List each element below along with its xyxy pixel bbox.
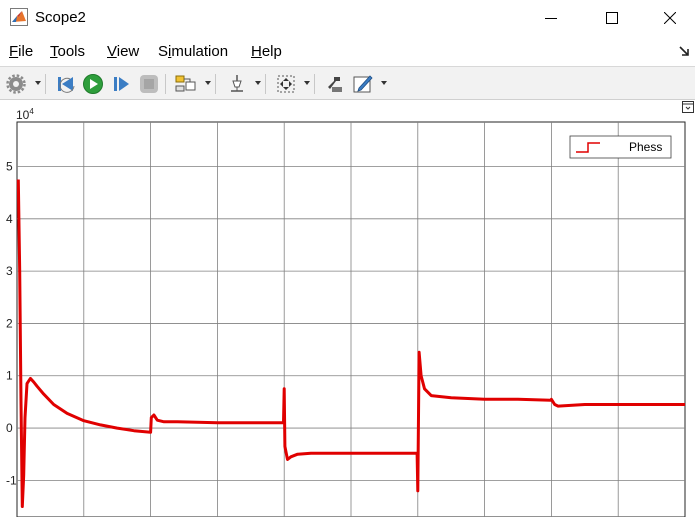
y-tick-label: 0 bbox=[6, 421, 13, 435]
y-tick-label: -1 bbox=[6, 473, 17, 487]
y-tick-label: 5 bbox=[6, 159, 13, 173]
y-tick-label: 2 bbox=[6, 316, 13, 330]
y-tick-label: 1 bbox=[6, 369, 13, 383]
y-tick-label: 3 bbox=[6, 264, 13, 278]
y-tick-label: 4 bbox=[6, 212, 13, 226]
scope-plot: 5 4 3 2 1 0 -1 Phess bbox=[6, 121, 686, 517]
legend-label: Phess bbox=[629, 140, 662, 154]
